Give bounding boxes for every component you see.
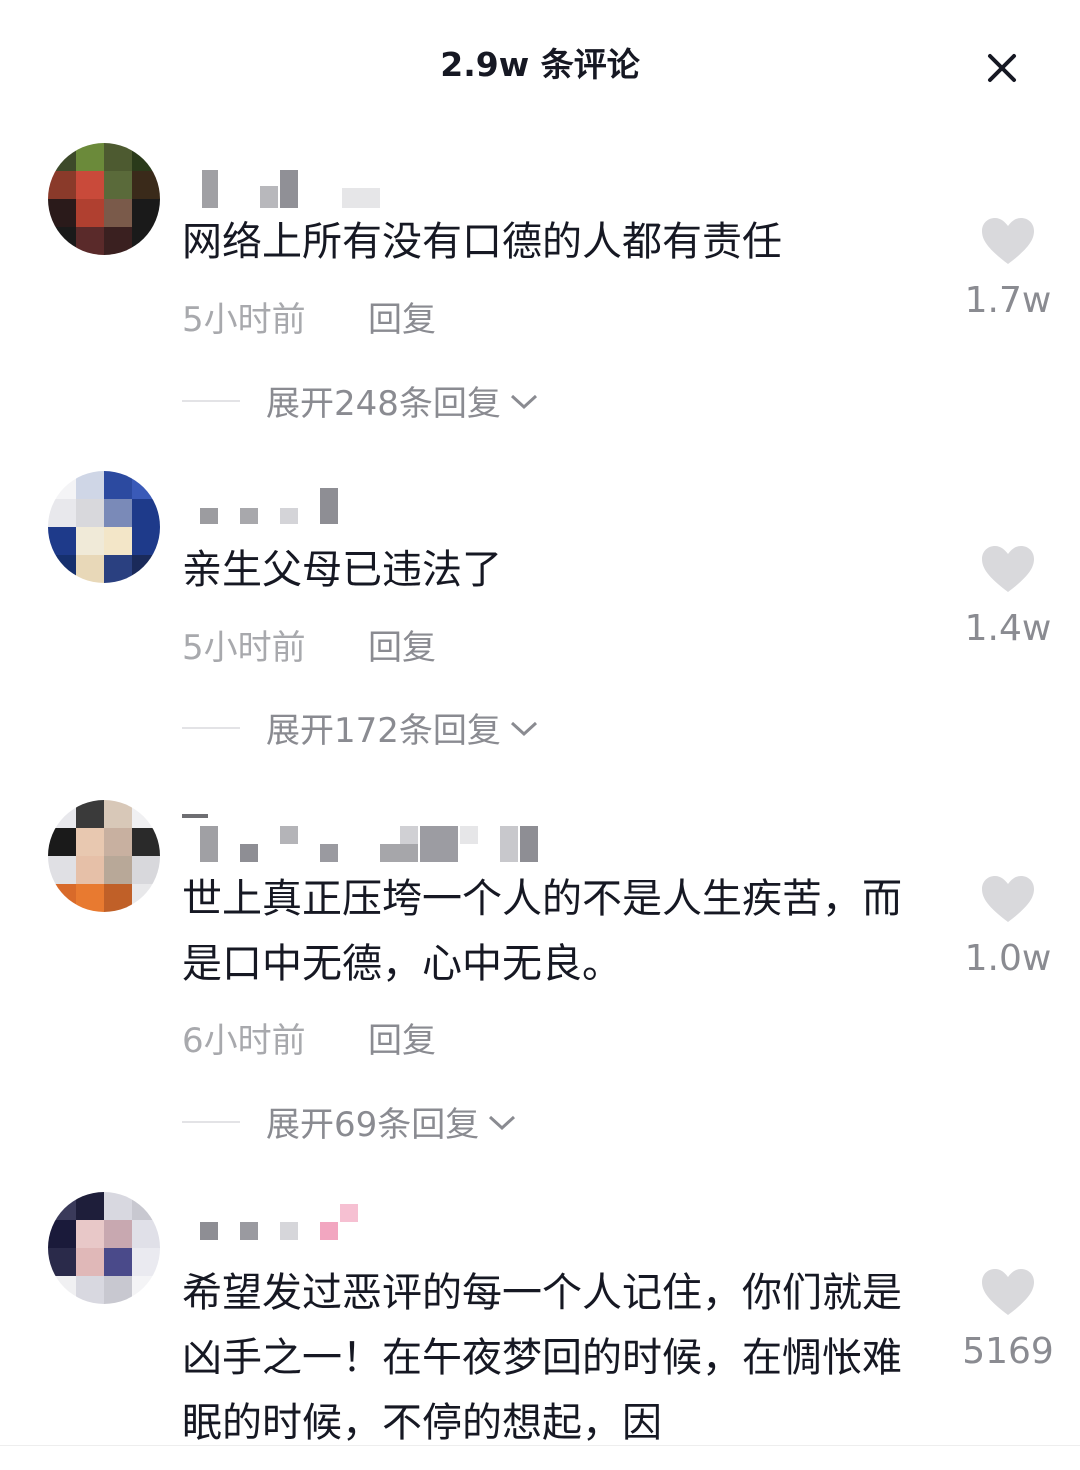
comment-meta: 6小时前 回复: [182, 1013, 436, 1062]
like-control[interactable]: 1.0w: [958, 874, 1058, 979]
comment-text: 希望发过恶评的每一个人记住，你们就是凶手之一！在午夜梦回的时候，在惆怅难眠的时候…: [182, 1270, 902, 1446]
expand-replies-button[interactable]: 展开69条回复: [182, 1097, 517, 1146]
chevron-down-icon: [489, 1115, 516, 1130]
comment-time: 5小时前: [182, 628, 306, 668]
expand-replies-button[interactable]: 展开172条回复: [182, 703, 539, 752]
close-icon[interactable]: [978, 44, 1026, 92]
heart-icon[interactable]: [980, 1267, 1036, 1317]
chevron-down-icon: [510, 394, 537, 409]
reply-button[interactable]: 回复: [368, 292, 436, 341]
avatar[interactable]: [48, 471, 160, 583]
comment-meta: 5小时前 回复: [182, 292, 436, 341]
heart-icon[interactable]: [980, 216, 1036, 266]
comment-time: 5小时前: [182, 300, 306, 340]
divider: [182, 399, 240, 402]
close-button[interactable]: [978, 44, 1026, 92]
divider: [182, 1120, 240, 1123]
comment-time: 6小时前: [182, 1021, 306, 1061]
reply-button[interactable]: 回复: [368, 1013, 436, 1062]
avatar[interactable]: [48, 143, 160, 255]
avatar[interactable]: [48, 800, 160, 912]
username-blurred[interactable]: [182, 160, 602, 212]
comments-count-title: 2.9w 条评论: [440, 45, 640, 84]
comment-text: 世上真正压垮一个人的不是人生疾苦，而是口中无德，心中无良。: [182, 876, 902, 987]
username-blurred[interactable]: [182, 814, 602, 866]
like-count: 1.7w: [964, 280, 1052, 321]
chevron-down-icon: [510, 721, 537, 736]
expand-replies-label[interactable]: 展开248条回复: [266, 376, 501, 425]
expand-replies-label[interactable]: 展开69条回复: [266, 1097, 479, 1146]
heart-icon[interactable]: [980, 874, 1036, 924]
username-blurred[interactable]: [182, 1200, 602, 1252]
reply-button[interactable]: 回复: [368, 620, 436, 669]
heart-icon[interactable]: [980, 544, 1036, 594]
comment-meta: 5小时前 回复: [182, 620, 436, 669]
avatar[interactable]: [48, 1192, 160, 1304]
like-count: 5169: [962, 1331, 1054, 1372]
expand-replies-label[interactable]: 展开172条回复: [266, 703, 501, 752]
like-count: 1.0w: [964, 938, 1052, 979]
comments-header: 2.9w 条评论: [0, 0, 1080, 120]
comment-text: 亲生父母已违法了: [182, 547, 502, 593]
like-control[interactable]: 1.7w: [958, 216, 1058, 321]
like-count: 1.4w: [964, 608, 1052, 649]
expand-replies-button[interactable]: 展开248条回复: [182, 376, 539, 425]
like-control[interactable]: 1.4w: [958, 544, 1058, 649]
divider: [182, 726, 240, 729]
username-blurred[interactable]: [182, 486, 602, 538]
bottom-divider: [0, 1445, 1080, 1446]
comment-text: 网络上所有没有口德的人都有责任: [182, 219, 782, 265]
like-control[interactable]: 5169: [958, 1267, 1058, 1372]
